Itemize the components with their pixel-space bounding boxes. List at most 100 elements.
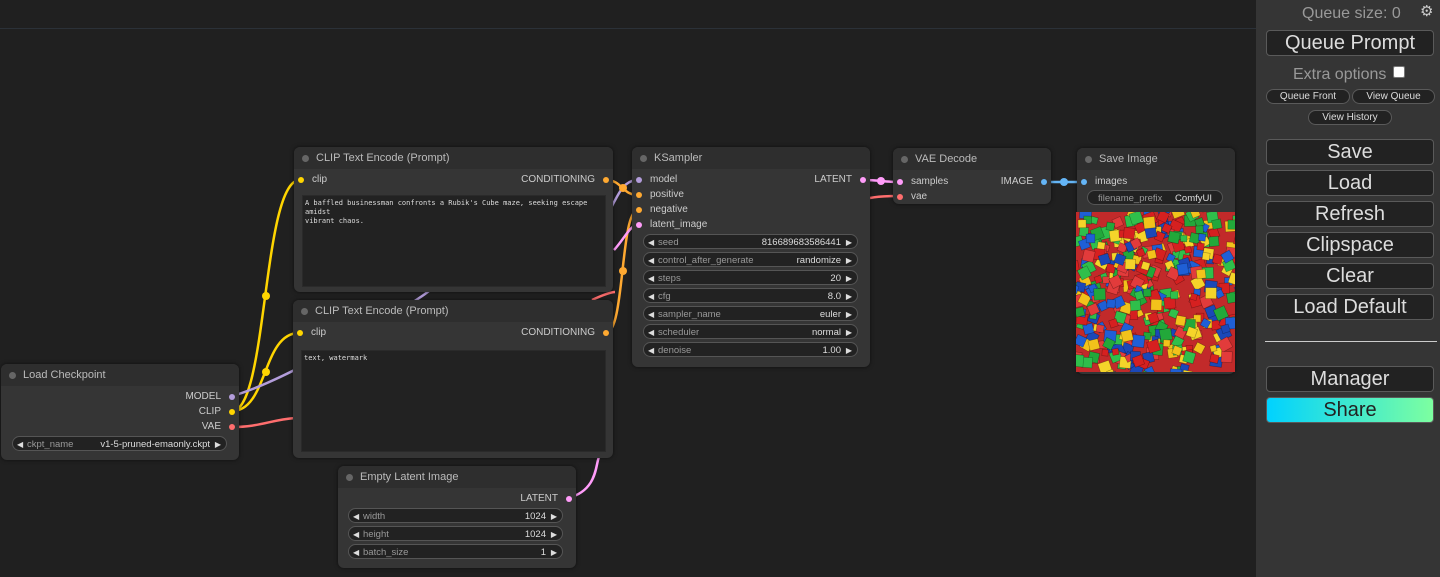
cube-shape: [1124, 258, 1136, 270]
increment-arrow-icon[interactable]: ▶: [215, 437, 221, 452]
increment-arrow-icon[interactable]: ▶: [551, 545, 557, 560]
node-title[interactable]: Load Checkpoint: [1, 364, 239, 386]
widget-cfg[interactable]: ◀ cfg 8.0 ▶: [643, 288, 858, 303]
link-vae: [231, 416, 296, 429]
increment-arrow-icon[interactable]: ▶: [846, 343, 852, 358]
cube-shape: [1076, 353, 1085, 368]
queue-front-button[interactable]: Queue Front: [1266, 89, 1350, 104]
node-vae-decode[interactable]: VAE Decode samples vae IMAGE: [893, 148, 1051, 204]
output-slot-latent[interactable]: LATENT: [814, 173, 866, 187]
increment-arrow-icon[interactable]: ▶: [846, 325, 852, 340]
widget-width[interactable]: ◀ width 1024 ▶: [348, 508, 563, 523]
output-slot-latent[interactable]: LATENT: [520, 492, 572, 506]
decrement-arrow-icon[interactable]: ◀: [648, 289, 654, 304]
cube-shape: [1227, 219, 1235, 230]
manager-button[interactable]: Manager: [1266, 366, 1434, 392]
node-save-image[interactable]: Save Image images filename_prefix ComfyUI: [1076, 148, 1235, 374]
node-title[interactable]: Save Image: [1077, 148, 1235, 170]
cube-shape: [1150, 298, 1163, 311]
widget-sampler-name[interactable]: ◀ sampler_name euler ▶: [643, 306, 858, 321]
collapse-dot-icon[interactable]: [9, 372, 16, 379]
input-slot-clip[interactable]: clip: [297, 326, 326, 340]
input-slot-negative[interactable]: negative: [636, 203, 688, 217]
collapse-dot-icon[interactable]: [1085, 156, 1092, 163]
decrement-arrow-icon[interactable]: ◀: [17, 437, 23, 452]
decrement-arrow-icon[interactable]: ◀: [648, 271, 654, 286]
queue-prompt-button[interactable]: Queue Prompt: [1266, 30, 1434, 56]
widget-seed[interactable]: ◀ seed 816689683586441 ▶: [643, 234, 858, 249]
cube-shape: [1169, 368, 1183, 372]
view-history-button[interactable]: View History: [1308, 110, 1392, 125]
input-slot-samples[interactable]: samples: [897, 175, 948, 189]
collapse-dot-icon[interactable]: [301, 308, 308, 315]
load-default-button[interactable]: Load Default: [1266, 294, 1434, 320]
node-title[interactable]: CLIP Text Encode (Prompt): [293, 300, 613, 322]
output-slot-image[interactable]: IMAGE: [1001, 175, 1047, 189]
widget-batch-size[interactable]: ◀ batch_size 1 ▶: [348, 544, 563, 559]
clear-button[interactable]: Clear: [1266, 263, 1434, 289]
save-button[interactable]: Save: [1266, 139, 1434, 165]
collapse-dot-icon[interactable]: [302, 155, 309, 162]
decrement-arrow-icon[interactable]: ◀: [648, 235, 654, 250]
load-button[interactable]: Load: [1266, 170, 1434, 196]
cube-shape: [1105, 221, 1116, 232]
view-queue-button[interactable]: View Queue: [1352, 89, 1435, 104]
output-slot-model[interactable]: MODEL: [185, 390, 235, 404]
widget-height[interactable]: ◀ height 1024 ▶: [348, 526, 563, 541]
node-title[interactable]: Empty Latent Image: [338, 466, 576, 488]
clipspace-button[interactable]: Clipspace: [1266, 232, 1434, 258]
output-slot-vae[interactable]: VAE: [202, 420, 235, 434]
decrement-arrow-icon[interactable]: ◀: [648, 325, 654, 340]
node-empty-latent-image[interactable]: Empty Latent Image LATENT ◀ width 1024 ▶ ◀ h…: [338, 466, 576, 568]
widget-ckpt-name[interactable]: ◀ ckpt_name v1-5-pruned-emaonly.ckpt ▶: [12, 436, 227, 451]
prompt-textarea[interactable]: text, watermark: [301, 350, 606, 452]
node-title[interactable]: KSampler: [632, 147, 870, 169]
decrement-arrow-icon[interactable]: ◀: [353, 509, 359, 524]
increment-arrow-icon[interactable]: ▶: [846, 253, 852, 268]
input-slot-positive[interactable]: positive: [636, 188, 684, 202]
share-button[interactable]: Share: [1266, 397, 1434, 423]
collapse-dot-icon[interactable]: [346, 474, 353, 481]
decrement-arrow-icon[interactable]: ◀: [648, 253, 654, 268]
decrement-arrow-icon[interactable]: ◀: [353, 545, 359, 560]
node-title[interactable]: CLIP Text Encode (Prompt): [294, 147, 613, 169]
widget-control-after-generate[interactable]: ◀ control_after_generate randomize ▶: [643, 252, 858, 267]
widget-denoise[interactable]: ◀ denoise 1.00 ▶: [643, 342, 858, 357]
gear-icon[interactable]: ⚙: [1420, 2, 1433, 20]
increment-arrow-icon[interactable]: ▶: [846, 271, 852, 286]
increment-arrow-icon[interactable]: ▶: [551, 527, 557, 542]
link-clip-negative: [231, 331, 300, 413]
output-slot-clip[interactable]: CLIP: [199, 405, 235, 419]
comfy-menu: Queue size: 0 ⚙ Queue Prompt Extra optio…: [1256, 0, 1440, 577]
cube-shape: [1131, 334, 1146, 349]
node-load-checkpoint[interactable]: Load Checkpoint MODEL CLIP VAE ◀ ckpt_nam…: [1, 364, 239, 460]
node-clip-text-encode-negative[interactable]: CLIP Text Encode (Prompt) clip CONDITION…: [293, 300, 613, 458]
output-slot-conditioning[interactable]: CONDITIONING: [521, 173, 609, 187]
input-slot-vae[interactable]: vae: [897, 190, 927, 204]
collapse-dot-icon[interactable]: [640, 155, 647, 162]
collapse-dot-icon[interactable]: [901, 156, 908, 163]
widget-filename-prefix[interactable]: filename_prefix ComfyUI: [1087, 190, 1223, 205]
decrement-arrow-icon[interactable]: ◀: [648, 343, 654, 358]
node-ksampler[interactable]: KSampler model positive negative latent_…: [632, 147, 870, 367]
output-image-preview[interactable]: [1076, 212, 1235, 372]
refresh-button[interactable]: Refresh: [1266, 201, 1434, 227]
input-slot-clip[interactable]: clip: [298, 173, 327, 187]
decrement-arrow-icon[interactable]: ◀: [353, 527, 359, 542]
graph-canvas[interactable]: CLIP Text Encode (Prompt) clip CONDITION…: [0, 0, 1256, 577]
output-slot-conditioning[interactable]: CONDITIONING: [521, 326, 609, 340]
input-slot-images[interactable]: images: [1081, 175, 1127, 189]
increment-arrow-icon[interactable]: ▶: [846, 235, 852, 250]
increment-arrow-icon[interactable]: ▶: [846, 289, 852, 304]
prompt-textarea[interactable]: A baffled businessman confronts a Rubik'…: [302, 195, 606, 287]
widget-steps[interactable]: ◀ steps 20 ▶: [643, 270, 858, 285]
increment-arrow-icon[interactable]: ▶: [551, 509, 557, 524]
input-slot-latent-image[interactable]: latent_image: [636, 218, 707, 232]
extra-options-checkbox[interactable]: [1392, 66, 1405, 78]
node-title[interactable]: VAE Decode: [893, 148, 1051, 170]
widget-scheduler[interactable]: ◀ scheduler normal ▶: [643, 324, 858, 339]
increment-arrow-icon[interactable]: ▶: [846, 307, 852, 322]
node-clip-text-encode-positive[interactable]: CLIP Text Encode (Prompt) clip CONDITION…: [294, 147, 613, 292]
input-slot-model[interactable]: model: [636, 173, 677, 187]
decrement-arrow-icon[interactable]: ◀: [648, 307, 654, 322]
